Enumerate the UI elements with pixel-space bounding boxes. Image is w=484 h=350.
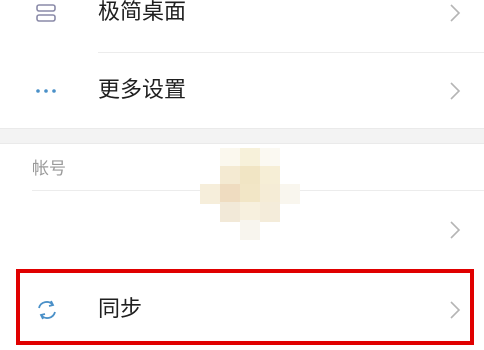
chevron-right-icon bbox=[448, 219, 462, 241]
settings-item-more-settings[interactable]: 更多设置 bbox=[0, 53, 484, 128]
chevron-right-icon bbox=[448, 2, 462, 24]
account-avatar bbox=[200, 148, 300, 242]
highlight-box bbox=[16, 269, 474, 345]
minimal-desktop-icon bbox=[34, 2, 60, 28]
more-dots-icon bbox=[34, 78, 60, 104]
section-separator bbox=[0, 128, 484, 144]
settings-item-label: 更多设置 bbox=[98, 78, 187, 103]
settings-item-minimal-desktop[interactable]: 极简桌面 bbox=[0, 0, 484, 52]
chevron-right-icon bbox=[448, 80, 462, 102]
settings-item-label: 极简桌面 bbox=[98, 0, 187, 25]
section-title-account: 帐号 bbox=[32, 159, 66, 179]
